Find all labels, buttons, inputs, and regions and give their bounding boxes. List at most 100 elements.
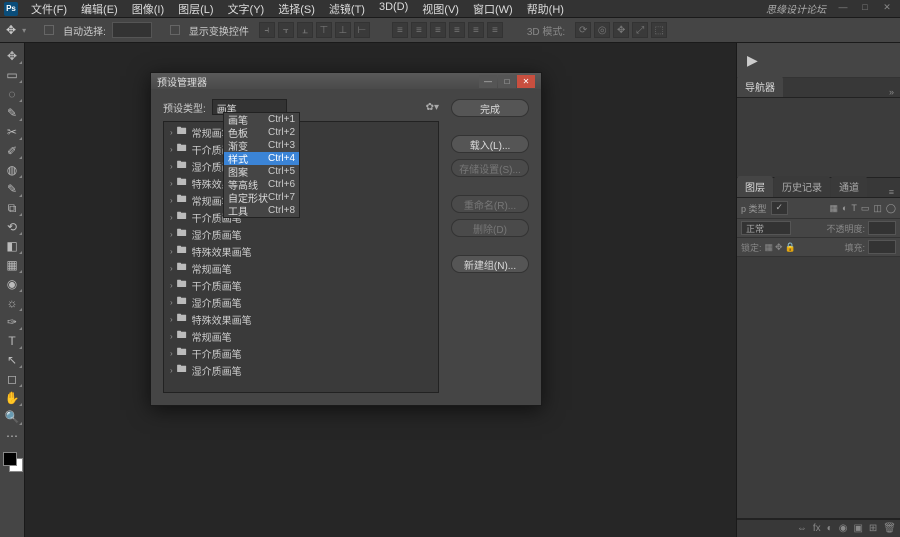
preset-folder-item[interactable]: ›🖿湿介质画笔 [164,226,438,243]
dropdown-option[interactable]: 工具Ctrl+8 [224,204,299,217]
preset-list[interactable]: ›🖿常规画笔›🖿干介质画笔›🖿湿介质画笔›🖿特殊效果画笔›🖿常规画笔›🖿干介质画… [163,121,439,393]
load-button[interactable]: 载入(L)... [451,135,529,153]
quick-select-tool[interactable]: ✎ [1,104,23,122]
filter-adj-icon[interactable]: ◐ [842,203,847,213]
delete-button[interactable]: 删除(D) [451,219,529,237]
dialog-maximize-button[interactable]: □ [498,75,516,88]
menu-item[interactable]: 窗口(W) [466,1,520,17]
lock-all-icon[interactable]: 🔒 [785,242,796,253]
preset-folder-item[interactable]: ›🖿常规画笔 [164,328,438,345]
3d-5-icon[interactable]: ⬚ [651,22,667,38]
menu-item[interactable]: 3D(D) [372,1,415,17]
panel-collapse-icon[interactable]: » [883,87,900,97]
menu-item[interactable]: 视图(V) [415,1,466,17]
color-swatches[interactable] [0,452,24,476]
link-layers-icon[interactable]: ⇔ [797,523,807,534]
history-brush-tool[interactable]: ⟲ [1,218,23,236]
filter-shape-icon[interactable]: ▭ [861,203,870,214]
foreground-color-swatch[interactable] [3,452,17,466]
dist-1-icon[interactable]: ≡ [392,22,408,38]
show-transform-checkbox[interactable] [170,25,180,35]
menu-item[interactable]: 选择(S) [271,1,322,17]
filter-type-icon[interactable]: T [851,203,857,213]
play-icon[interactable]: ▶ [747,52,758,69]
preset-folder-item[interactable]: ›🖿特殊效果画笔 [164,311,438,328]
3d-3-icon[interactable]: ✥ [613,22,629,38]
preset-folder-item[interactable]: ›🖿常规画笔 [164,124,438,141]
panel-tab[interactable]: 图层 [737,176,773,197]
dialog-close-button[interactable]: ✕ [517,75,535,88]
move-tool[interactable]: ✥ [1,47,23,65]
hand-tool[interactable]: ✋ [1,389,23,407]
menu-item[interactable]: 文件(F) [24,1,74,17]
panel-menu-icon[interactable]: ≡ [883,187,900,197]
crop-tool[interactable]: ✂ [1,123,23,141]
filter-toggle-icon[interactable]: ◯ [886,203,896,214]
3d-1-icon[interactable]: ⟳ [575,22,591,38]
auto-select-checkbox[interactable] [44,25,54,35]
panel-tab[interactable]: 通道 [831,176,867,197]
lock-position-icon[interactable]: ✥ [775,242,783,253]
pen-tool[interactable]: ✑ [1,313,23,331]
menu-item[interactable]: 图层(L) [171,1,220,17]
spot-heal-tool[interactable]: ◍ [1,161,23,179]
fill-input[interactable] [868,240,896,254]
3d-2-icon[interactable]: ◎ [594,22,610,38]
menu-item[interactable]: 滤镜(T) [322,1,372,17]
delete-layer-icon[interactable]: 🗑 [883,523,896,534]
preset-folder-item[interactable]: ›🖿干介质画笔 [164,277,438,294]
preset-folder-item[interactable]: ›🖿湿介质画笔 [164,294,438,311]
eraser-tool[interactable]: ◧ [1,237,23,255]
tool-preset-dropdown[interactable]: ▾ [22,26,26,35]
menu-item[interactable]: 文字(Y) [221,1,272,17]
dist-5-icon[interactable]: ≡ [468,22,484,38]
layer-mask-icon[interactable]: ◐ [827,523,833,534]
blur-tool[interactable]: ◉ [1,275,23,293]
lock-pixels-icon[interactable]: ▦ [765,242,774,253]
rename-button[interactable]: 重命名(R)... [451,195,529,213]
preset-folder-item[interactable]: ›🖿常规画笔 [164,192,438,209]
gradient-tool[interactable]: ▦ [1,256,23,274]
lasso-tool[interactable]: ◌ [1,85,23,103]
edit-toolbar-button[interactable]: ⋯ [1,427,23,445]
menu-item[interactable]: 编辑(E) [74,1,125,17]
new-group-icon[interactable]: ▣ [853,523,862,534]
dist-6-icon[interactable]: ≡ [487,22,503,38]
align-top-icon[interactable]: ⊤ [316,22,332,38]
close-button[interactable]: ✕ [876,0,898,14]
preset-folder-item[interactable]: ›🖿湿介质画笔 [164,362,438,379]
dialog-minimize-button[interactable]: — [479,75,497,88]
maximize-button[interactable]: □ [854,0,876,14]
marquee-tool[interactable]: ▭ [1,66,23,84]
dist-4-icon[interactable]: ≡ [449,22,465,38]
dist-3-icon[interactable]: ≡ [430,22,446,38]
preset-folder-item[interactable]: ›🖿干介质画笔 [164,141,438,158]
layer-fx-icon[interactable]: fx [813,523,821,534]
menu-item[interactable]: 图像(I) [125,1,171,17]
align-center-h-icon[interactable]: ⫟ [278,22,294,38]
rectangle-tool[interactable]: ◻ [1,370,23,388]
dialog-titlebar[interactable]: 预设管理器 — □ ✕ [151,73,541,89]
preset-folder-item[interactable]: ›🖿干介质画笔 [164,345,438,362]
type-tool[interactable]: T [1,332,23,350]
minimize-button[interactable]: — [832,0,854,14]
preset-folder-item[interactable]: ›🖿特殊效果画笔 [164,175,438,192]
new-layer-icon[interactable]: ⊞ [869,523,877,534]
done-button[interactable]: 完成 [451,99,529,117]
preset-settings-icon[interactable]: ✿▾ [426,102,439,113]
navigator-tab[interactable]: 导航器 [737,76,783,97]
dodge-tool[interactable]: ☼ [1,294,23,312]
3d-4-icon[interactable]: ⤢ [632,22,648,38]
menu-item[interactable]: 帮助(H) [520,1,571,17]
align-right-icon[interactable]: ⫠ [297,22,313,38]
align-bottom-icon[interactable]: ⊢ [354,22,370,38]
path-select-tool[interactable]: ↖ [1,351,23,369]
brush-tool[interactable]: ✎ [1,180,23,198]
kind-filter-dropdown[interactable]: ✓ [771,201,789,215]
preset-folder-item[interactable]: ›🖿湿介质画笔 [164,158,438,175]
filter-smart-icon[interactable]: ◫ [873,203,882,214]
preset-folder-item[interactable]: ›🖿特殊效果画笔 [164,243,438,260]
preset-folder-item[interactable]: ›🖿常规画笔 [164,260,438,277]
preset-folder-item[interactable]: ›🖿干介质画笔 [164,209,438,226]
panel-tab[interactable]: 历史记录 [774,176,830,197]
